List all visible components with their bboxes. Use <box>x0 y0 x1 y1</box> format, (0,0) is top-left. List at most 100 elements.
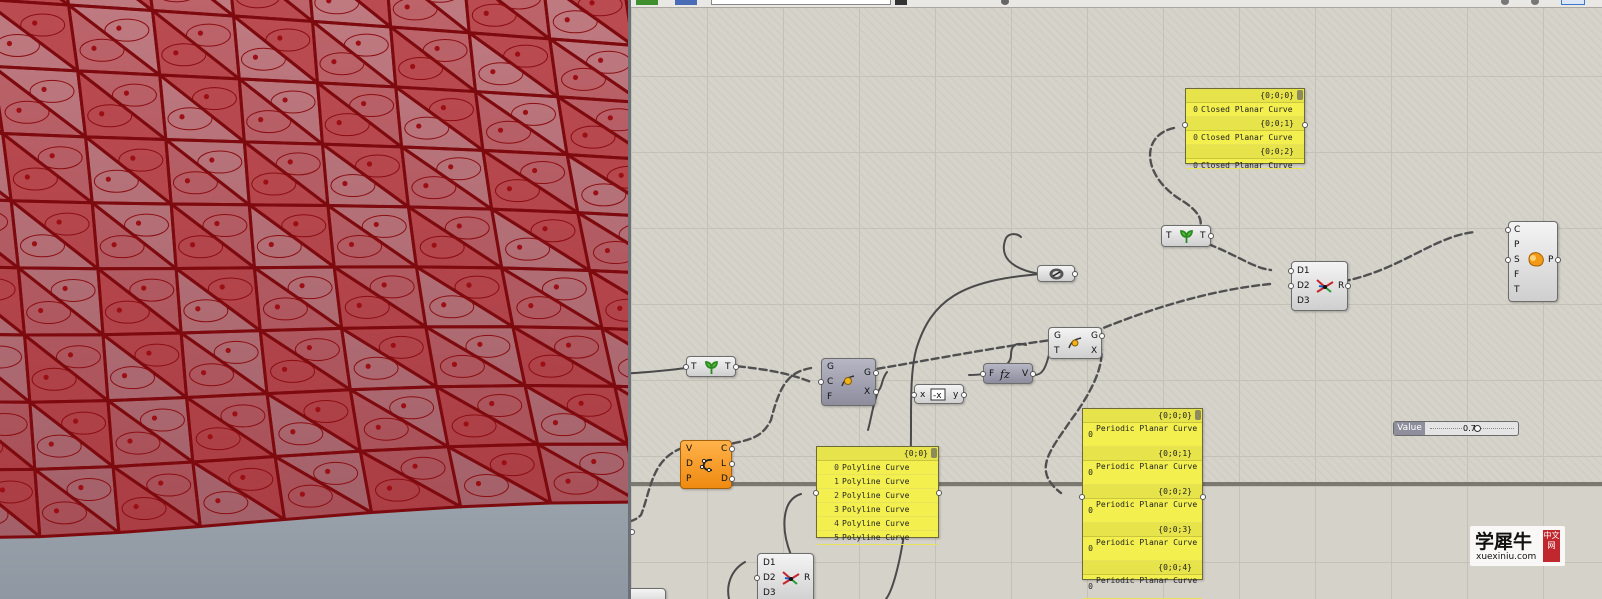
mesh-point <box>540 361 546 367</box>
input-grip[interactable] <box>818 379 824 385</box>
patch-component[interactable]: C P S F T P <box>1505 221 1561 302</box>
output-grip[interactable] <box>729 446 735 452</box>
panel-scrollbar[interactable] <box>1195 410 1201 420</box>
input-grip[interactable] <box>1505 257 1511 263</box>
mesh-point <box>179 114 185 120</box>
slider-handle[interactable] <box>1474 425 1481 432</box>
output-grip[interactable] <box>729 461 735 467</box>
mesh-point <box>381 282 387 288</box>
mesh-point <box>589 0 595 6</box>
input-grip[interactable] <box>1288 283 1294 289</box>
mesh-point <box>356 302 362 308</box>
mesh-point <box>386 485 393 491</box>
closed-curve-component[interactable]: G T G X <box>1048 327 1105 359</box>
list-item: 2 Polyline Curve <box>817 489 938 503</box>
mesh-point <box>173 50 179 56</box>
panel-polylines[interactable]: {0;0} 0 Polyline Curve 1 Polyline Curve 2P… <box>813 446 942 545</box>
graft-tree-icon <box>1178 229 1195 247</box>
mesh-point <box>365 363 371 369</box>
mesh-point <box>277 35 283 41</box>
mesh-point <box>219 284 225 290</box>
mesh-point <box>99 111 105 117</box>
negative-component[interactable]: x -x y <box>911 384 967 404</box>
grasshopper-canvas[interactable]: {0;0;0} 0 Closed Planar Curve {0;0;1} 0 Cl… <box>631 0 1602 599</box>
panel-path: {0;0;1} <box>1186 117 1304 131</box>
input-grip[interactable] <box>754 575 760 581</box>
list-item: 0 Closed Planar Curve <box>1186 159 1304 169</box>
panel-scrollbar[interactable] <box>1297 90 1303 100</box>
expression-icon: fz <box>999 367 1015 384</box>
output-grip[interactable] <box>1345 283 1351 289</box>
output-grip[interactable] <box>1072 271 1078 277</box>
number-slider[interactable]: Value 0.7 <box>1393 421 1519 436</box>
panel-path: {0;0;1} <box>1083 447 1202 461</box>
output-grip[interactable] <box>873 389 879 395</box>
mesh-point <box>315 406 321 413</box>
output-grip[interactable] <box>1555 257 1561 263</box>
mesh-point <box>200 370 207 376</box>
mesh-point <box>456 223 462 229</box>
output-grip[interactable] <box>961 392 967 398</box>
mesh-point <box>483 10 489 16</box>
mesh-point <box>130 155 136 161</box>
merge-component[interactable]: D1 D2 D3 R <box>1288 261 1351 311</box>
mesh-point <box>431 242 437 248</box>
mesh-point <box>506 186 513 192</box>
input-grip[interactable] <box>813 490 819 496</box>
output-grip[interactable] <box>733 364 739 370</box>
output-grip[interactable] <box>1302 122 1308 128</box>
mesh-point <box>48 441 54 447</box>
mesh-point <box>553 284 559 290</box>
mesh-point <box>373 221 379 228</box>
input-grip[interactable] <box>980 371 986 377</box>
mesh-point <box>67 352 74 358</box>
input-grip[interactable] <box>683 364 689 370</box>
divide-curve-component[interactable]: V D P C L D <box>680 440 735 489</box>
mesh-point <box>582 132 588 138</box>
mesh-point <box>404 4 410 10</box>
rhino-viewport[interactable] <box>0 0 628 599</box>
mesh-point <box>189 242 196 248</box>
patch-surface-icon <box>1526 250 1546 271</box>
list-item: 4 Polyline Curve <box>817 517 938 531</box>
mesh-point <box>434 45 440 52</box>
mesh-point <box>197 30 204 36</box>
expression-component[interactable]: F fz V <box>980 363 1036 384</box>
list-item: 0 Periodic Planar Curve <box>1083 461 1202 485</box>
output-grip[interactable] <box>1208 233 1214 239</box>
mesh-point <box>135 220 142 226</box>
mesh-point <box>528 303 534 309</box>
relay-icon <box>1048 267 1065 284</box>
graft-tree-component[interactable]: T T <box>1161 225 1214 247</box>
output-grip[interactable] <box>1099 333 1105 339</box>
mesh-point <box>497 127 504 133</box>
output-grip[interactable] <box>729 476 735 482</box>
panel-scrollbar[interactable] <box>931 448 937 458</box>
panel-path: {0;0;2} <box>1083 485 1202 499</box>
panel-path: {0;0;0} <box>1083 409 1202 423</box>
graft-tree-component[interactable]: T T <box>683 356 739 377</box>
list-item: 3 Polyline Curve <box>817 503 938 517</box>
closed-curve-component[interactable]: G C F G X <box>818 358 879 406</box>
mesh-point <box>390 342 396 348</box>
panel-closed-curves[interactable]: {0;0;0} 0 Closed Planar Curve {0;0;1} 0 Cl… <box>1182 88 1308 169</box>
mesh-group <box>0 0 628 539</box>
relay-component[interactable] <box>1037 265 1078 284</box>
partial-component[interactable] <box>631 588 666 599</box>
mesh-point <box>331 59 337 65</box>
input-grip[interactable] <box>1288 268 1294 274</box>
input-grip[interactable] <box>911 392 917 398</box>
output-grip[interactable] <box>1030 371 1036 377</box>
input-grip[interactable] <box>1182 122 1188 128</box>
input-grip[interactable] <box>1505 227 1511 233</box>
panel-path: {0;0;0} <box>1186 89 1304 103</box>
mesh-point <box>43 374 49 380</box>
panel-periodic-curves[interactable]: {0;0;0} 0 Periodic Planar Curve {0;0;1} 0… <box>1079 408 1206 599</box>
output-grip[interactable] <box>1200 494 1206 500</box>
mesh-point <box>31 241 38 247</box>
output-grip[interactable] <box>936 490 942 496</box>
mesh-point <box>240 474 246 480</box>
output-grip[interactable] <box>873 370 879 376</box>
merge-component[interactable]: D1 D2 D3 R <box>754 553 814 599</box>
input-grip[interactable] <box>1079 494 1085 500</box>
